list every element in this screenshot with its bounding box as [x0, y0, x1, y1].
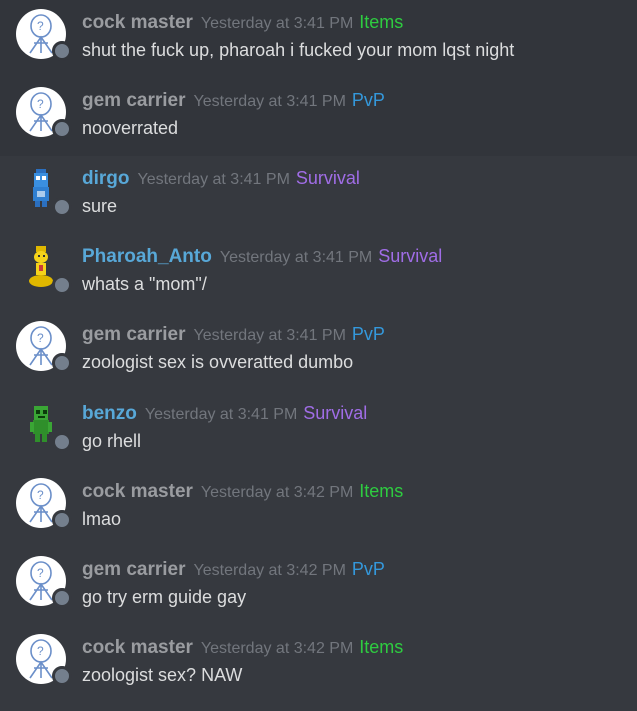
author-name[interactable]: cock master: [82, 12, 193, 33]
message-text: nooverrated: [82, 118, 179, 138]
timestamp: Yesterday at 3:41 PM: [144, 406, 298, 423]
message-row[interactable]: ? gem carrier Yesterday at 3:41 PM PvP noo…: [0, 78, 637, 156]
timestamp: Yesterday at 3:42 PM: [200, 640, 354, 657]
svg-text:?: ?: [37, 19, 44, 33]
author-name[interactable]: benzo: [82, 403, 137, 424]
role-tag: Items: [359, 12, 404, 32]
message-row[interactable]: ? cock master Yesterday at 3:42 PM Items z…: [0, 625, 637, 703]
svg-text:?: ?: [37, 566, 44, 580]
message-row[interactable]: benzo Yesterday at 3:41 PM Survival go rhe…: [0, 391, 637, 469]
author-name[interactable]: dirgo: [82, 168, 130, 189]
svg-text:?: ?: [37, 97, 44, 111]
author-name[interactable]: Pharoah_Anto: [82, 246, 212, 267]
role-tag: Items: [359, 481, 404, 501]
role-tag: Survival: [378, 246, 443, 266]
message-text: zoologist sex? NAW: [82, 665, 243, 685]
chat-log: ? cock master Yesterday at 3:41 PM Items s…: [0, 0, 637, 711]
role-tag: PvP: [351, 559, 385, 579]
message-row[interactable]: ? gem carrier Yesterday at 3:41 PM PvP zoo…: [0, 312, 637, 390]
author-name[interactable]: gem carrier: [82, 559, 186, 580]
timestamp: Yesterday at 3:41 PM: [193, 327, 346, 344]
svg-text:?: ?: [37, 488, 44, 502]
status-indicator: [52, 119, 72, 139]
author-name[interactable]: gem carrier: [82, 90, 186, 111]
role-tag: PvP: [351, 90, 385, 110]
status-indicator: [52, 197, 72, 217]
role-tag: Items: [359, 637, 404, 657]
svg-text:?: ?: [37, 644, 44, 658]
message-text: go try erm guide gay: [82, 587, 247, 607]
message-row[interactable]: ? cock master Yesterday at 3:41 PM Items s…: [0, 0, 637, 78]
role-tag: Survival: [295, 168, 360, 188]
svg-text:?: ?: [37, 331, 44, 345]
message-text: sure: [82, 196, 118, 216]
message-text: zoologist sex is ovveratted dumbo: [82, 352, 354, 372]
status-indicator: [52, 666, 72, 686]
timestamp: Yesterday at 3:42 PM: [200, 484, 354, 501]
author-name[interactable]: cock master: [82, 637, 193, 658]
message-text: whats a "mom"/: [82, 274, 207, 294]
message-text: shut the fuck up, pharoah i fucked your …: [82, 40, 515, 60]
author-name[interactable]: cock master: [82, 481, 193, 502]
message-row[interactable]: Pharoah_Anto Yesterday at 3:41 PM Survival…: [0, 234, 637, 312]
message-text: lmao: [82, 509, 122, 529]
timestamp: Yesterday at 3:42 PM: [193, 562, 346, 579]
status-indicator: [52, 510, 72, 530]
message-text: go rhell: [82, 431, 142, 451]
message-row[interactable]: dirgo Yesterday at 3:41 PM Survival sure: [0, 156, 637, 234]
message-row[interactable]: ? gem carrier Yesterday at 3:42 PM PvP go …: [0, 547, 637, 625]
role-tag: Survival: [303, 403, 368, 423]
timestamp: Yesterday at 3:41 PM: [219, 249, 373, 266]
timestamp: Yesterday at 3:41 PM: [200, 15, 354, 32]
author-name[interactable]: gem carrier: [82, 324, 186, 345]
status-indicator: [52, 588, 72, 608]
timestamp: Yesterday at 3:41 PM: [193, 93, 346, 110]
status-indicator: [52, 41, 72, 61]
status-indicator: [52, 353, 72, 373]
timestamp: Yesterday at 3:41 PM: [137, 171, 290, 188]
message-row[interactable]: ? cock master Yesterday at 3:42 PM Items l…: [0, 469, 637, 547]
status-indicator: [52, 432, 72, 452]
status-indicator: [52, 275, 72, 295]
role-tag: PvP: [351, 324, 385, 344]
